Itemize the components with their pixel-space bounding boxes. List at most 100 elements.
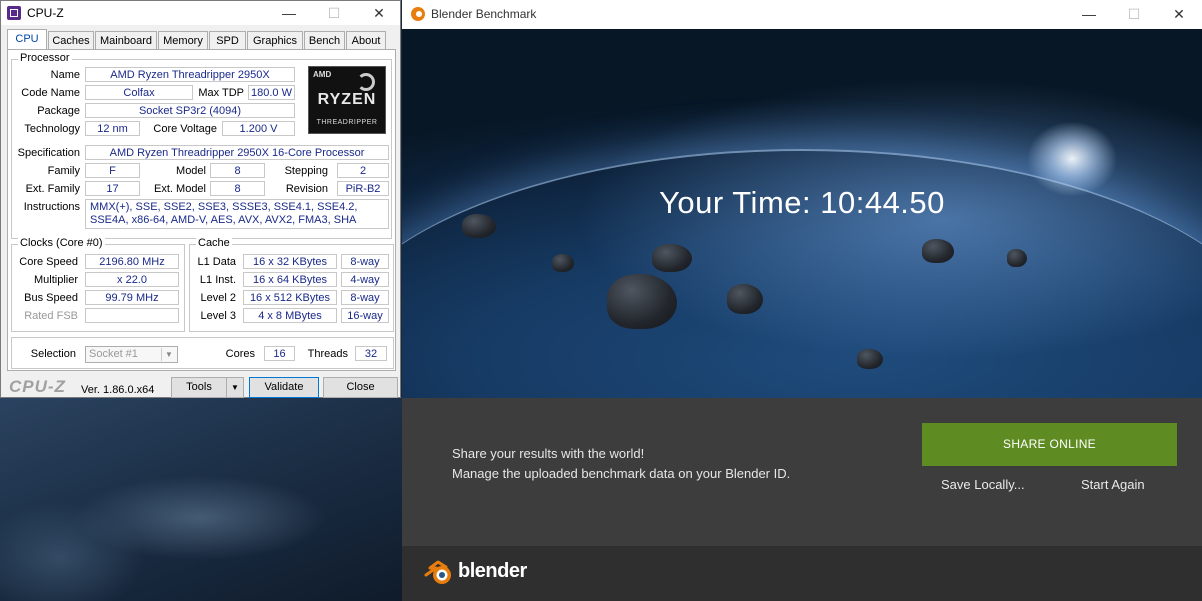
name-value: AMD Ryzen Threadripper 2950X (85, 67, 295, 82)
tab-bench[interactable]: Bench (304, 31, 345, 49)
cpuz-window: CPU-Z — ☐ ✕ CPU Caches Mainboard Memory … (0, 0, 401, 398)
extmodel-value: 8 (210, 181, 265, 196)
threads-label: Threads (307, 348, 348, 360)
blender-logo-text: blender (458, 560, 527, 582)
tab-graphics[interactable]: Graphics (247, 31, 303, 49)
cores-label: Cores (225, 348, 255, 360)
blender-titlebar[interactable]: Blender Benchmark — ☐ ✕ (402, 0, 1202, 29)
blender-minimize-button[interactable]: — (1069, 4, 1109, 24)
cache-size-l1data: 16 x 32 KBytes (243, 254, 337, 269)
close-window-button[interactable]: ✕ (359, 3, 399, 23)
busspeed-label: Bus Speed (24, 292, 78, 304)
socket-select[interactable]: Socket #1 ▼ (85, 346, 178, 363)
cache-size-l2: 16 x 512 KBytes (243, 290, 337, 305)
share-line-2: Manage the uploaded benchmark data on yo… (452, 466, 791, 481)
tools-dropdown-arrow-icon[interactable]: ▼ (226, 377, 244, 398)
cpuz-window-title: CPU-Z (27, 6, 64, 20)
cache-group-title: Cache (196, 237, 232, 249)
tab-caches[interactable]: Caches (48, 31, 94, 49)
save-locally-button[interactable]: Save Locally... (941, 477, 1025, 492)
stepping-value: 2 (337, 163, 389, 178)
ratedfsb-value (85, 308, 179, 323)
blender-maximize-button: ☐ (1127, 6, 1141, 22)
extmodel-label: Ext. Model (154, 183, 206, 195)
revision-label: Revision (285, 183, 328, 195)
cpuz-titlebar[interactable]: CPU-Z — ☐ ✕ (1, 1, 400, 25)
asteroid (727, 284, 763, 314)
maxtdp-label: Max TDP (198, 87, 244, 99)
amd-logo-text: AMD (313, 70, 332, 79)
corevoltage-label: Core Voltage (153, 123, 217, 135)
cache-label-l3: Level 3 (200, 310, 236, 322)
maxtdp-value: 180.0 W (248, 85, 295, 100)
technology-label: Technology (24, 123, 80, 135)
stepping-label: Stepping (284, 165, 328, 177)
asteroid (1007, 249, 1027, 267)
cores-value: 16 (264, 346, 295, 361)
specification-label: Specification (17, 147, 80, 159)
amd-ryzen-threadripper-logo: AMD RYZEN THREADRIPPER (308, 66, 386, 134)
ryzen-logo-text: RYZEN (317, 91, 377, 108)
threads-value: 32 (355, 346, 387, 361)
processor-group-title: Processor (18, 52, 72, 64)
asteroid (922, 239, 954, 263)
validate-button[interactable]: Validate (249, 377, 319, 398)
asteroid (652, 244, 692, 272)
cpu-tab-panel: Processor Name AMD Ryzen Threadripper 29… (7, 49, 396, 371)
share-online-button[interactable]: SHARE ONLINE (922, 423, 1177, 466)
busspeed-value: 99.79 MHz (85, 290, 179, 305)
cache-size-l1inst: 16 x 64 KBytes (243, 272, 337, 287)
tab-memory[interactable]: Memory (158, 31, 208, 49)
desktop-wallpaper (0, 398, 402, 601)
cpuz-app-icon (7, 6, 21, 20)
start-again-button[interactable]: Start Again (1081, 477, 1145, 492)
cpuz-bottom-bar: CPU-Z Ver. 1.86.0.x64 Tools ▼ Validate C… (1, 373, 400, 398)
cache-label-l1inst: L1 Inst. (199, 274, 236, 286)
name-label: Name (50, 69, 80, 81)
blender-benchmark-window: Blender Benchmark — ☐ ✕ Your Time: 10:44… (402, 0, 1202, 601)
family-label: Family (47, 165, 80, 177)
minimize-button[interactable]: — (269, 3, 309, 23)
socket-select-value: Socket #1 (89, 348, 138, 360)
cache-way-l1data: 8-way (341, 254, 389, 269)
corespeed-value: 2196.80 MHz (85, 254, 179, 269)
ryzen-ring-icon (357, 73, 375, 91)
corevoltage-value: 1.200 V (222, 121, 295, 136)
blender-app-icon (411, 7, 425, 21)
cache-way-l1inst: 4-way (341, 272, 389, 287)
asteroid (607, 274, 677, 329)
family-value: F (85, 163, 140, 178)
blender-window-title: Blender Benchmark (431, 7, 537, 21)
blender-footer: blender (402, 546, 1202, 601)
asteroid (857, 349, 883, 369)
close-button[interactable]: Close (323, 377, 398, 398)
model-value: 8 (210, 163, 265, 178)
package-value: Socket SP3r2 (4094) (85, 103, 295, 118)
chevron-down-icon: ▼ (161, 348, 176, 361)
instructions-value: MMX(+), SSE, SSE2, SSE3, SSSE3, SSE4.1, … (85, 199, 389, 229)
threadripper-logo-text: THREADRIPPER (316, 119, 378, 126)
multiplier-label: Multiplier (33, 274, 78, 286)
space-hero-image: Your Time: 10:44.50 (402, 29, 1202, 398)
tab-cpu[interactable]: CPU (7, 29, 47, 50)
cache-label-l1data: L1 Data (197, 256, 236, 268)
tools-button[interactable]: Tools (171, 377, 227, 398)
cpuz-brand-logo: CPU-Z (9, 377, 66, 396)
cache-label-l2: Level 2 (200, 292, 236, 304)
share-description: Share your results with the world! Manag… (452, 444, 812, 484)
tab-about[interactable]: About (346, 31, 386, 49)
technology-value: 12 nm (85, 121, 140, 136)
tab-mainboard[interactable]: Mainboard (95, 31, 157, 49)
revision-value: PiR-B2 (337, 181, 389, 196)
clocks-group-title: Clocks (Core #0) (18, 237, 105, 249)
specification-value: AMD Ryzen Threadripper 2950X 16-Core Pro… (85, 145, 389, 160)
cache-way-l3: 16-way (341, 308, 389, 323)
tab-spd[interactable]: SPD (209, 31, 246, 49)
codename-value: Colfax (85, 85, 193, 100)
benchmark-result-time: Your Time: 10:44.50 (659, 185, 945, 220)
asteroid (552, 254, 574, 272)
cache-way-l2: 8-way (341, 290, 389, 305)
blender-close-button[interactable]: ✕ (1159, 4, 1199, 24)
corespeed-label: Core Speed (19, 256, 78, 268)
cache-size-l3: 4 x 8 MBytes (243, 308, 337, 323)
